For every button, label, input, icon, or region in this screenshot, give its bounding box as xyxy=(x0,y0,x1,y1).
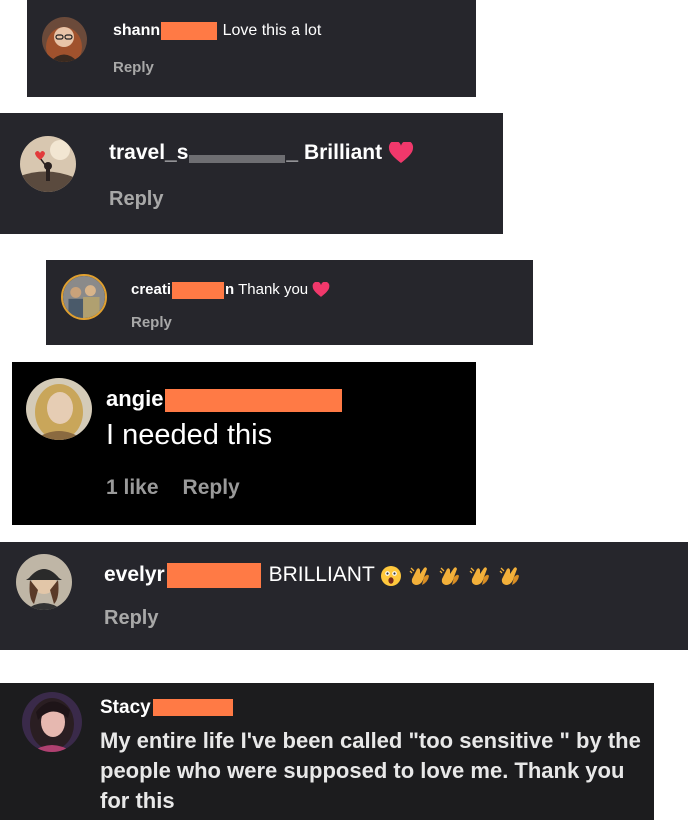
comment-text: I needed this xyxy=(106,419,273,451)
redaction-bar xyxy=(161,22,218,40)
likes-count[interactable]: 1 like xyxy=(106,476,159,499)
redaction-bar xyxy=(172,281,225,299)
avatar[interactable] xyxy=(16,554,72,610)
redaction-bar xyxy=(189,155,286,163)
avatar[interactable] xyxy=(22,692,82,752)
reply-button[interactable]: Reply xyxy=(104,607,158,630)
redaction-bar xyxy=(166,563,261,588)
reply-button[interactable]: Reply xyxy=(113,59,154,76)
reply-button[interactable]: Reply xyxy=(109,188,163,211)
reply-button[interactable]: Reply xyxy=(131,314,172,331)
comment-text: Thank you xyxy=(238,281,309,298)
clapping-hands-icon xyxy=(408,565,432,587)
comment-card-creati: creati n Thank you Reply xyxy=(46,260,533,345)
comment-card-evelyr: evelyr BRILLIANT Reply xyxy=(0,542,688,650)
comment-text: My entire life I've been called "too sen… xyxy=(100,728,641,813)
comment-text: BRILLIANT xyxy=(268,563,375,587)
username[interactable]: Stacy xyxy=(100,697,151,718)
comment-card-angie: angie I needed this 1 like Reply xyxy=(12,362,476,525)
avatar[interactable] xyxy=(26,378,92,440)
clapping-hands-icon xyxy=(468,565,492,587)
reply-button[interactable]: Reply xyxy=(183,476,240,499)
red-heart-icon xyxy=(312,282,330,298)
username[interactable]: creati xyxy=(131,281,171,298)
username[interactable]: angie xyxy=(106,386,163,411)
redaction-bar xyxy=(152,699,233,717)
comment-text: Love this a lot xyxy=(222,22,322,40)
username[interactable]: travel_s xyxy=(109,141,188,164)
avatar[interactable] xyxy=(20,136,76,192)
comment-card-stacy: Stacy My entire life I've been called "t… xyxy=(0,683,654,820)
avatar[interactable] xyxy=(61,274,107,320)
redaction-bar xyxy=(165,388,343,412)
username[interactable]: shann xyxy=(113,22,160,39)
comment-card-shann: shann Love this a lot Reply xyxy=(27,0,476,97)
clapping-hands-icon xyxy=(438,565,462,587)
clapping-hands-icon xyxy=(498,565,522,587)
comment-text: Brilliant xyxy=(303,141,383,164)
username[interactable]: evelyr xyxy=(104,563,165,586)
astonished-face-icon xyxy=(380,565,402,587)
avatar[interactable] xyxy=(42,17,87,62)
comment-card-travel: travel_s _ Brilliant Reply xyxy=(0,113,503,234)
red-heart-icon xyxy=(388,142,414,164)
